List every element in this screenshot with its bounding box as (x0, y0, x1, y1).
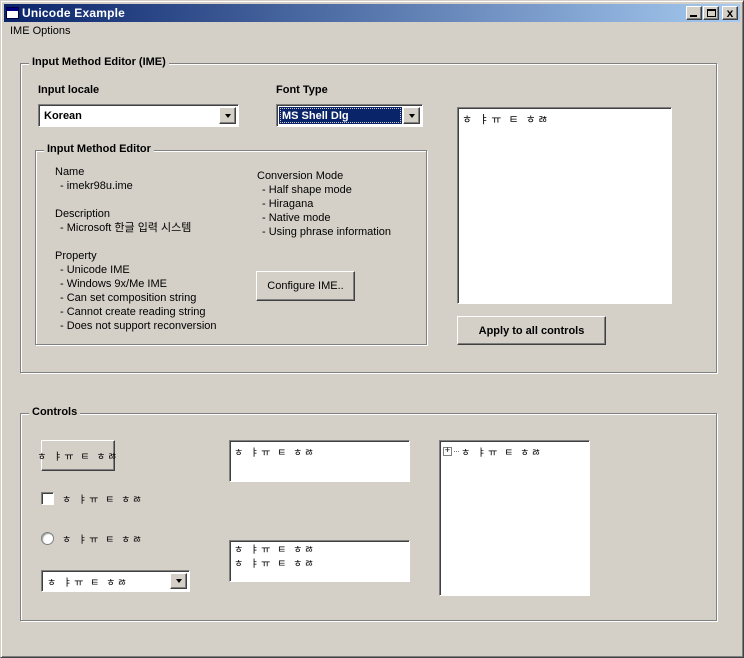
ime-group-title: Input Method Editor (IME) (29, 56, 169, 68)
maximize-button[interactable] (703, 6, 719, 20)
sample-combobox[interactable]: ㅎ ㅑㅠ ㅌ ㅎㅀ (41, 570, 190, 592)
input-locale-value: Korean (41, 107, 218, 124)
conversion-mode-item: - Native mode (257, 211, 391, 225)
property-label: Property (55, 249, 217, 263)
property-item: - Can set composition string (55, 291, 217, 305)
tree-item-row: + ㅎ ㅑㅠ ㅌ ㅎㅀ (440, 441, 589, 459)
ime-preview-text: ㅎ ㅑㅠ ㅌ ㅎㅀ (462, 114, 550, 126)
ime-info-groupbox: Input Method Editor Name - imekr98u.ime … (35, 150, 427, 345)
conversion-mode-label: Conversion Mode (257, 169, 391, 183)
sample-radio-row: ㅎ ㅑㅠ ㅌ ㅎㅀ (41, 531, 144, 546)
configure-ime-button[interactable]: Configure IME.. (256, 271, 355, 301)
chevron-down-icon (225, 114, 231, 118)
sample-checkbox[interactable] (41, 492, 54, 505)
conversion-mode-item: - Using phrase information (257, 225, 391, 239)
maximize-icon (707, 9, 716, 17)
sample-checkbox-row: ㅎ ㅑㅠ ㅌ ㅎㅀ (41, 491, 144, 506)
font-type-value: MS Shell Dlg (279, 107, 402, 124)
font-type-dropdown-button[interactable] (403, 107, 420, 124)
sample-radio-label: ㅎ ㅑㅠ ㅌ ㅎㅀ (62, 531, 144, 546)
sample-combobox-dropdown-button[interactable] (170, 573, 187, 589)
property-item: - Does not support reconversion (55, 319, 217, 333)
apply-to-all-controls-button[interactable]: Apply to all controls (457, 316, 606, 345)
sample-textbox-1[interactable]: ㅎ ㅑㅠ ㅌ ㅎㅀ (229, 440, 410, 482)
ime-info-right-column: Conversion Mode - Half shape mode - Hira… (257, 169, 391, 239)
font-type-label: Font Type (276, 84, 328, 96)
conversion-mode-item: - Hiragana (257, 197, 391, 211)
menu-bar: IME Options (4, 22, 740, 39)
chevron-down-icon (409, 114, 415, 118)
window-title: Unicode Example (22, 6, 125, 20)
chevron-down-icon (176, 579, 182, 583)
input-locale-label: Input locale (38, 84, 99, 96)
minimize-icon (690, 15, 697, 17)
name-item: - imekr98u.ime (55, 179, 217, 193)
ime-preview-textarea[interactable]: ㅎ ㅑㅠ ㅌ ㅎㅀ (457, 107, 672, 304)
caption-buttons: x (686, 6, 740, 20)
ime-groupbox: Input Method Editor (IME) Input locale K… (20, 63, 717, 373)
name-label: Name (55, 165, 217, 179)
sample-textbox-2-line: ㅎ ㅑㅠ ㅌ ㅎㅀ (234, 544, 405, 558)
ime-info-group-title: Input Method Editor (44, 143, 154, 155)
title-bar[interactable]: Unicode Example x (4, 4, 740, 22)
close-button[interactable]: x (722, 6, 738, 20)
controls-group-title: Controls (29, 406, 80, 418)
tree-item-label[interactable]: ㅎ ㅑㅠ ㅌ ㅎㅀ (461, 444, 543, 459)
close-icon: x (723, 6, 737, 20)
app-window: Unicode Example x IME Options Input Meth… (0, 0, 744, 658)
sample-checkbox-label: ㅎ ㅑㅠ ㅌ ㅎㅀ (62, 491, 144, 506)
tree-expand-icon[interactable]: + (443, 447, 452, 456)
input-locale-combobox[interactable]: Korean (38, 104, 239, 127)
property-item: - Windows 9x/Me IME (55, 277, 217, 291)
conversion-mode-item: - Half shape mode (257, 183, 391, 197)
ime-info-left-column: Name - imekr98u.ime Description - Micros… (55, 165, 217, 333)
sample-combobox-value: ㅎ ㅑㅠ ㅌ ㅎㅀ (44, 573, 169, 589)
input-locale-dropdown-button[interactable] (219, 107, 236, 124)
sample-button[interactable]: ㅎ ㅑㅠ ㅌ ㅎㅀ (41, 440, 115, 471)
minimize-button[interactable] (686, 6, 702, 20)
sample-treeview[interactable]: + ㅎ ㅑㅠ ㅌ ㅎㅀ (439, 440, 590, 596)
sample-textbox-2-line: ㅎ ㅑㅠ ㅌ ㅎㅀ (234, 558, 405, 572)
menu-item-ime-options[interactable]: IME Options (4, 24, 77, 38)
property-item: - Cannot create reading string (55, 305, 217, 319)
app-icon[interactable] (6, 7, 19, 19)
sample-radio[interactable] (41, 532, 54, 545)
description-item: - Microsoft 한글 입력 시스템 (55, 221, 217, 235)
property-item: - Unicode IME (55, 263, 217, 277)
tree-connector (454, 451, 459, 452)
controls-groupbox: Controls ㅎ ㅑㅠ ㅌ ㅎㅀ ㅎ ㅑㅠ ㅌ ㅎㅀ ㅎ ㅑㅠ ㅌ ㅎㅀ ㅎ… (20, 413, 717, 621)
sample-textbox-2[interactable]: ㅎ ㅑㅠ ㅌ ㅎㅀ ㅎ ㅑㅠ ㅌ ㅎㅀ (229, 540, 410, 582)
description-label: Description (55, 207, 217, 221)
font-type-combobox[interactable]: MS Shell Dlg (276, 104, 423, 127)
sample-textbox-1-line: ㅎ ㅑㅠ ㅌ ㅎㅀ (234, 444, 405, 459)
